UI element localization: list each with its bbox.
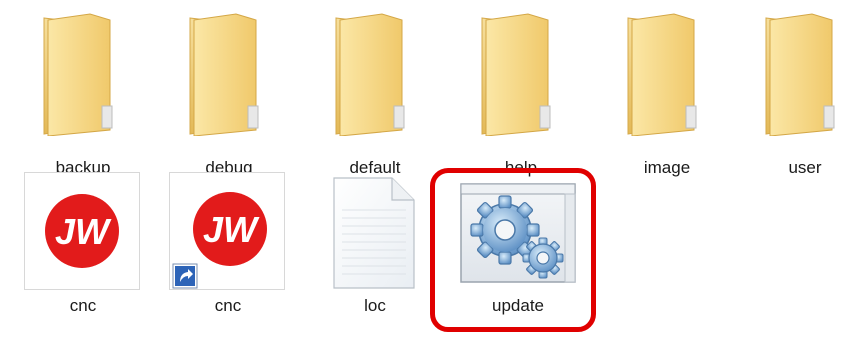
- jw-logo-text: JW: [203, 209, 260, 250]
- folder-user[interactable]: user: [740, 10, 868, 180]
- folder-backup[interactable]: backup: [18, 10, 148, 180]
- folder-icon: [765, 13, 835, 136]
- highlight-annotation-box: [430, 168, 596, 332]
- folder-icon: [627, 13, 697, 136]
- file-cnc-app[interactable]: JW cnc: [10, 172, 156, 342]
- folder-help[interactable]: help: [456, 10, 586, 180]
- file-thumbnail: JW: [24, 172, 140, 290]
- folder-icon: [43, 13, 113, 136]
- file-thumbnail: JW: [169, 172, 285, 290]
- folder-image[interactable]: image: [602, 10, 732, 180]
- file-label: loc: [364, 296, 386, 315]
- folder-icon: [335, 13, 405, 136]
- folder-label: image: [643, 158, 691, 177]
- shortcut-arrow-icon: [172, 263, 198, 289]
- file-label: cnc: [69, 296, 97, 315]
- file-label: cnc: [214, 296, 242, 315]
- folder-icon: [481, 13, 551, 136]
- jw-app-icon: JW: [45, 194, 119, 268]
- folder-label: user: [788, 158, 822, 177]
- file-loc[interactable]: loc: [302, 172, 448, 342]
- text-document-icon: [333, 177, 415, 289]
- file-cnc-shortcut[interactable]: JW cnc: [155, 172, 301, 342]
- folder-icon: [189, 13, 259, 136]
- jw-logo-text: JW: [55, 211, 112, 252]
- folder-default[interactable]: default: [310, 10, 440, 180]
- folder-debug[interactable]: debug: [164, 10, 294, 180]
